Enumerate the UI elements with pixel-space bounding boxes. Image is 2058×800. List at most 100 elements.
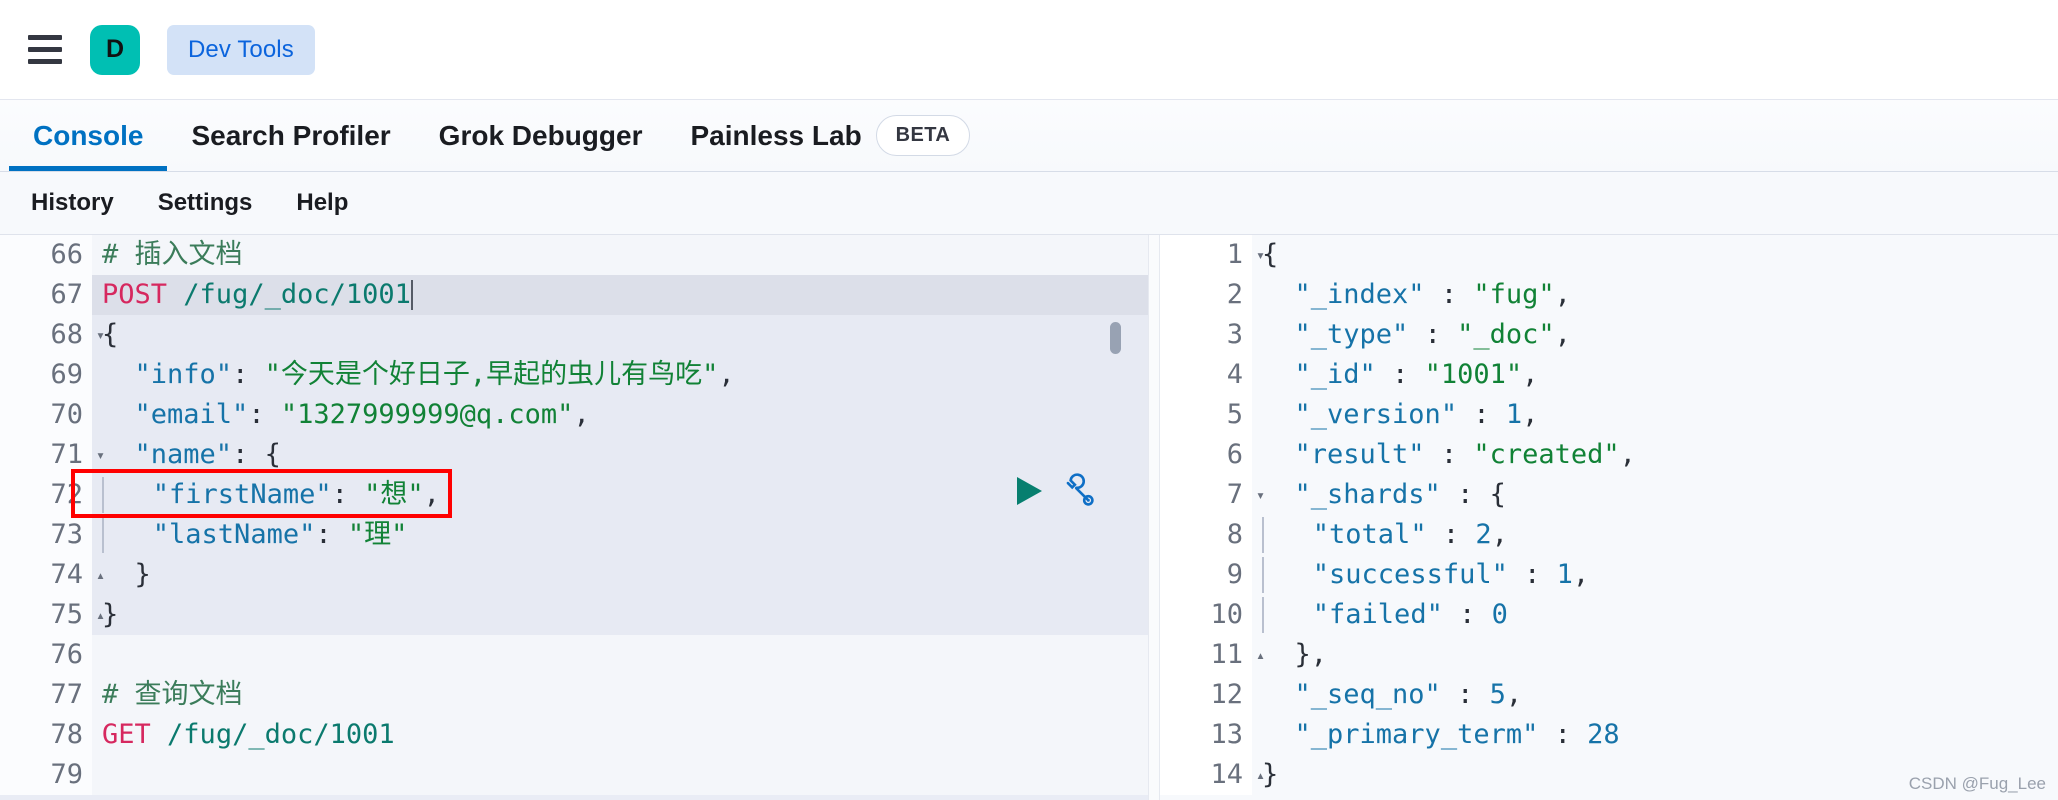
submenu-item-settings[interactable]: Settings: [136, 189, 275, 217]
line-number: 79: [0, 755, 92, 795]
breadcrumb-dev-tools[interactable]: Dev Tools: [167, 24, 315, 75]
code-line[interactable]: 68 ▾{: [0, 315, 1148, 355]
line-content: {: [92, 315, 1148, 355]
line-content: "_shards" : {: [1294, 479, 1506, 510]
code-line[interactable]: 76: [0, 635, 1148, 675]
line-content: # 查询文档: [102, 679, 243, 710]
response-viewer[interactable]: 1 ▾{2 "_index" : "fug", 3 "_type" : "_doc"…: [1160, 235, 2058, 800]
code-line[interactable]: 69 "info": "今天是个好日子,早起的虫儿有鸟吃",: [0, 355, 1148, 395]
code-line: 2 "_index" : "fug",: [1160, 275, 2058, 315]
code-line: 10 "failed" : 0: [1160, 595, 2058, 635]
line-number: 7 ▾: [1160, 475, 1265, 515]
fold-toggle-icon: [91, 675, 105, 715]
line-number: 5: [1160, 395, 1252, 435]
code-line[interactable]: 71 ▾ "name": {: [0, 435, 1148, 475]
hamburger-menu-icon[interactable]: [22, 27, 68, 73]
code-line[interactable]: 74 ▴ }: [0, 555, 1148, 595]
code-line[interactable]: 77 # 查询文档: [0, 675, 1148, 715]
play-icon[interactable]: [1014, 475, 1044, 507]
line-number: 4: [1160, 355, 1252, 395]
tab-grok-debugger[interactable]: Grok Debugger: [415, 100, 667, 171]
hamburger-bar-1: [28, 35, 62, 40]
line-content: "_type" : "_doc",: [1294, 319, 1571, 350]
line-number: 71 ▾: [0, 435, 105, 475]
code-line: 6 "result" : "created",: [1160, 435, 2058, 475]
fold-toggle-icon[interactable]: ▴: [91, 555, 105, 595]
line-content: GET /fug/_doc/1001: [102, 719, 395, 750]
tab-console-label: Console: [33, 119, 144, 151]
line-content: "info": "今天是个好日子,早起的虫儿有鸟吃",: [92, 355, 1148, 395]
fold-toggle-icon: [1251, 715, 1265, 755]
line-content: {: [1262, 239, 1279, 270]
primary-tabs: Console Search Profiler Grok Debugger Pa…: [0, 100, 2058, 172]
line-number: 10: [1160, 595, 1252, 635]
line-number: 75 ▴: [0, 595, 105, 635]
fold-toggle-icon: [91, 275, 105, 315]
avatar[interactable]: D: [90, 24, 140, 75]
editor-scrollbar-thumb[interactable]: [1110, 322, 1121, 354]
fold-toggle-icon[interactable]: ▾: [1251, 235, 1265, 275]
line-number: 72: [0, 475, 92, 515]
code-line: 12 "_seq_no" : 5,: [1160, 675, 2058, 715]
fold-toggle-icon: [91, 235, 105, 275]
line-number: 77: [0, 675, 92, 715]
fold-toggle-icon: [91, 515, 105, 555]
fold-toggle-icon[interactable]: ▴: [1251, 755, 1265, 795]
line-content: }: [92, 595, 1148, 635]
line-number: 2: [1160, 275, 1252, 315]
line-content: [92, 755, 1148, 795]
fold-toggle-icon: [1251, 315, 1265, 355]
line-number: 70: [0, 395, 92, 435]
fold-toggle-icon: [1251, 595, 1265, 635]
line-content: # 插入文档: [102, 239, 243, 270]
console-submenu: History Settings Help: [0, 172, 2058, 235]
fold-toggle-icon[interactable]: ▾: [91, 435, 105, 475]
fold-toggle-icon: [91, 355, 105, 395]
fold-toggle-icon: [91, 475, 105, 515]
line-content: "email": "1327999999@q.com",: [92, 395, 1148, 435]
request-actions: [1014, 473, 1096, 509]
code-line[interactable]: 70 "email": "1327999999@q.com",: [0, 395, 1148, 435]
line-content: "lastName": "理": [92, 515, 1148, 555]
fold-toggle-icon: [91, 635, 105, 675]
code-line[interactable]: 67 POST /fug/_doc/1001: [0, 275, 1148, 315]
code-line: 13 "_primary_term" : 28: [1160, 715, 2058, 755]
fold-toggle-icon: [1251, 515, 1265, 555]
fold-toggle-icon[interactable]: ▴: [91, 595, 105, 635]
pane-divider[interactable]: [1148, 235, 1160, 800]
fold-toggle-icon: [1251, 435, 1265, 475]
fold-toggle-icon: [91, 395, 105, 435]
line-number: 9: [1160, 555, 1252, 595]
tab-search-profiler[interactable]: Search Profiler: [167, 100, 414, 171]
line-number: 3: [1160, 315, 1252, 355]
fold-toggle-icon: [1251, 395, 1265, 435]
editor-lines[interactable]: 66 # 插入文档 67 POST /fug/_doc/1001 68 ▾{69 "inf…: [0, 235, 1148, 795]
line-number: 6: [1160, 435, 1252, 475]
code-line[interactable]: 73 "lastName": "理": [0, 515, 1148, 555]
hamburger-bar-2: [28, 47, 62, 52]
line-content: "failed" : 0: [1252, 595, 2058, 635]
watermark: CSDN @Fug_Lee: [1908, 774, 2046, 793]
submenu-item-help[interactable]: Help: [274, 189, 370, 217]
response-lines: 1 ▾{2 "_index" : "fug", 3 "_type" : "_doc"…: [1160, 235, 2058, 795]
submenu-item-history[interactable]: History: [9, 189, 136, 217]
tab-console[interactable]: Console: [9, 100, 168, 171]
wrench-icon[interactable]: [1060, 473, 1096, 509]
line-content: "firstName": "想",: [92, 475, 1148, 515]
fold-toggle-icon: [1251, 275, 1265, 315]
code-line: 5 "_version" : 1,: [1160, 395, 2058, 435]
code-line[interactable]: 78 GET /fug/_doc/1001: [0, 715, 1148, 755]
code-line[interactable]: 66 # 插入文档: [0, 235, 1148, 275]
tab-painless-lab[interactable]: Painless Lab BETA: [666, 100, 994, 171]
fold-toggle-icon[interactable]: ▾: [1251, 475, 1265, 515]
line-number: 73: [0, 515, 92, 555]
fold-toggle-icon[interactable]: ▾: [91, 315, 105, 355]
hamburger-bar-3: [28, 59, 62, 64]
fold-toggle-icon[interactable]: ▴: [1251, 635, 1265, 675]
request-editor[interactable]: 66 # 插入文档 67 POST /fug/_doc/1001 68 ▾{69 "inf…: [0, 235, 1148, 800]
code-line[interactable]: 72 "firstName": "想",: [0, 475, 1148, 515]
code-line[interactable]: 79: [0, 755, 1148, 795]
line-content: "successful" : 1,: [1252, 555, 2058, 595]
line-number: 69: [0, 355, 92, 395]
code-line[interactable]: 75 ▴}: [0, 595, 1148, 635]
